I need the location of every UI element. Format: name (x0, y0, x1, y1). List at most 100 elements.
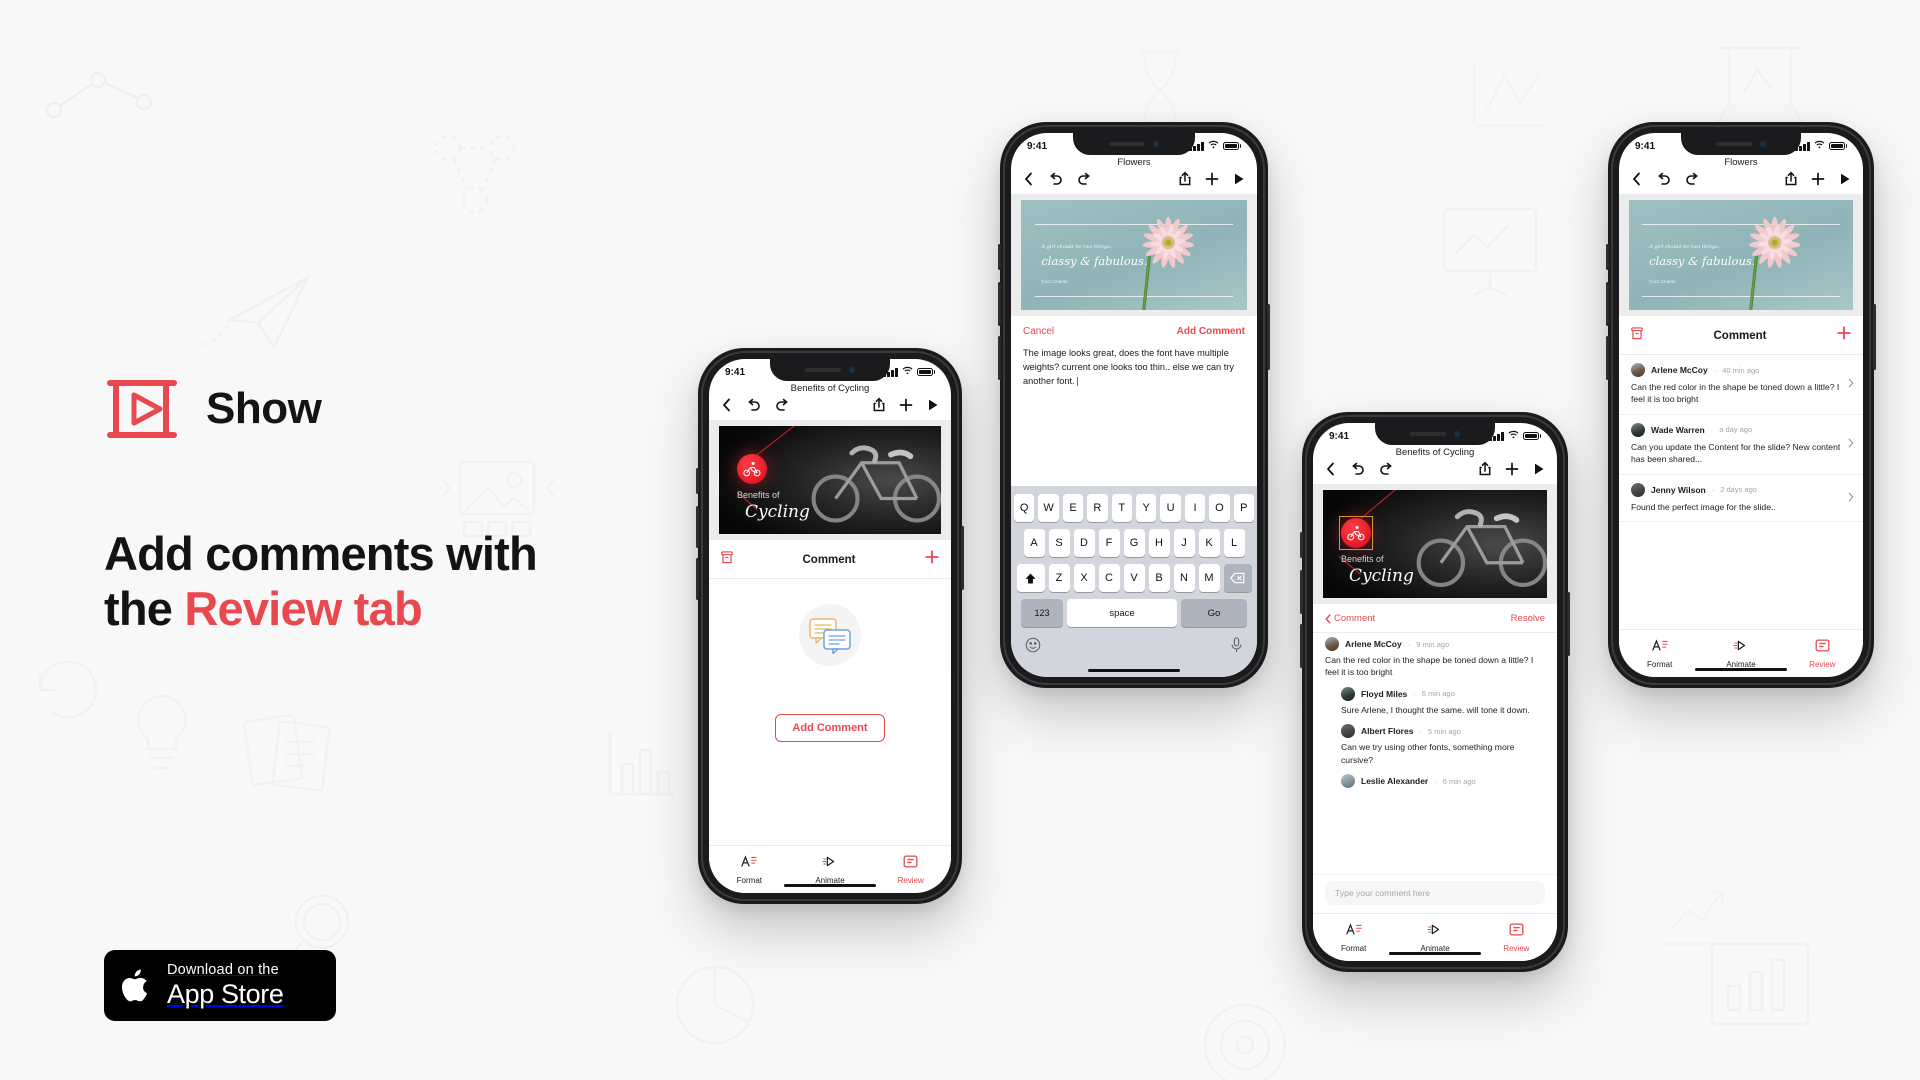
comment-draft-input[interactable]: The image looks great, does the font hav… (1011, 345, 1257, 388)
tab-format[interactable]: Format (1619, 630, 1700, 677)
comment-composer-input[interactable]: Type your comment here (1325, 881, 1545, 905)
key[interactable]: I (1184, 494, 1206, 522)
slide-canvas[interactable]: A girl should be two things: classy & fa… (1011, 194, 1257, 316)
plus-icon[interactable] (1837, 326, 1851, 345)
slide-canvas[interactable]: Benefits of Cycling (709, 420, 951, 540)
undo-icon[interactable] (1350, 462, 1365, 476)
key[interactable]: P (1233, 494, 1255, 522)
thread-reply[interactable]: Albert Flores · 5 min ago Can we try usi… (1341, 724, 1545, 766)
key[interactable]: O (1209, 494, 1230, 522)
undo-icon[interactable] (1656, 172, 1671, 186)
microphone-icon[interactable] (1230, 637, 1243, 658)
play-icon[interactable] (927, 398, 939, 412)
plus-icon[interactable] (1811, 172, 1825, 186)
share-icon[interactable] (1785, 171, 1797, 186)
chevron-right-icon[interactable] (1848, 435, 1854, 453)
cancel-button[interactable]: Cancel (1023, 326, 1054, 337)
redo-icon[interactable] (1077, 172, 1092, 186)
play-icon[interactable] (1533, 462, 1545, 476)
slide-flowers[interactable]: A girl should be two things: classy & fa… (1021, 200, 1247, 310)
emoji-icon[interactable] (1025, 637, 1041, 658)
chevron-right-icon[interactable] (1848, 489, 1854, 507)
thread-comment[interactable]: Arlene McCoy · 9 min ago Can the red col… (1325, 637, 1545, 679)
key[interactable]: W (1038, 494, 1059, 522)
chevron-right-icon[interactable] (1848, 375, 1854, 393)
list-item[interactable]: Arlene McCoy · 40 min ago Can the red co… (1619, 355, 1863, 415)
chevron-left-icon[interactable] (721, 398, 732, 412)
key[interactable]: F (1098, 529, 1120, 557)
undo-icon[interactable] (746, 398, 761, 412)
redo-icon[interactable] (1379, 462, 1394, 476)
add-comment-button[interactable]: Add Comment (1177, 326, 1245, 337)
home-indicator (1389, 951, 1481, 955)
tab-review[interactable]: Review (1476, 914, 1557, 961)
key[interactable]: L (1223, 529, 1245, 557)
tab-review[interactable]: Review (1782, 630, 1863, 677)
key[interactable]: A (1023, 529, 1045, 557)
key[interactable]: J (1173, 529, 1195, 557)
slide-cycling[interactable]: Benefits of Cycling (1323, 490, 1547, 598)
key[interactable]: G (1123, 529, 1145, 557)
shift-icon[interactable] (1016, 564, 1045, 592)
chevron-left-icon[interactable] (1023, 172, 1034, 186)
home-indicator (1695, 667, 1787, 671)
archive-icon[interactable] (721, 550, 733, 569)
redo-icon[interactable] (775, 398, 790, 412)
resolve-button[interactable]: Resolve (1511, 613, 1545, 624)
share-icon[interactable] (1179, 171, 1191, 186)
key[interactable]: Z (1048, 564, 1070, 592)
thread-reply[interactable]: Leslie Alexander · 6 min ago (1341, 774, 1545, 789)
redo-icon[interactable] (1685, 172, 1700, 186)
status-time: 9:41 (1635, 140, 1656, 152)
key[interactable]: K (1198, 529, 1220, 557)
tab-format[interactable]: Format (1313, 914, 1394, 961)
share-icon[interactable] (873, 397, 885, 412)
key[interactable]: Y (1136, 494, 1157, 522)
numbers-key[interactable]: 123 (1021, 599, 1063, 627)
key[interactable]: R (1087, 494, 1108, 522)
back-to-comment-list-button[interactable]: Comment (1325, 613, 1375, 624)
tab-review[interactable]: Review (870, 846, 951, 893)
key[interactable]: X (1073, 564, 1095, 592)
app-store-badge[interactable]: Download on the App Store (104, 950, 336, 1021)
key[interactable]: C (1098, 564, 1120, 592)
share-icon[interactable] (1479, 461, 1491, 476)
key[interactable]: H (1148, 529, 1170, 557)
slide-flowers[interactable]: A girl should be two things: classy & fa… (1629, 200, 1853, 310)
key[interactable]: S (1048, 529, 1070, 557)
backspace-icon[interactable] (1223, 564, 1252, 592)
key[interactable]: V (1123, 564, 1145, 592)
onscreen-keyboard[interactable]: Q W E R T Y U I O P A S D F G H J K L Z … (1011, 486, 1257, 677)
tab-format[interactable]: Format (709, 846, 790, 893)
list-item[interactable]: Wade Warren · a day ago Can you update t… (1619, 415, 1863, 475)
key[interactable]: N (1173, 564, 1195, 592)
cyclist-icon[interactable] (1341, 518, 1371, 548)
key[interactable]: M (1198, 564, 1220, 592)
slide-cycling[interactable]: Benefits of Cycling (719, 426, 941, 534)
play-icon[interactable] (1839, 172, 1851, 186)
plus-icon[interactable] (899, 398, 913, 412)
space-key[interactable]: space (1067, 599, 1177, 627)
go-key[interactable]: Go (1181, 599, 1247, 627)
add-comment-button[interactable]: Add Comment (775, 714, 885, 742)
chevron-left-icon[interactable] (1325, 462, 1336, 476)
key[interactable]: Q (1013, 494, 1035, 522)
plus-icon[interactable] (1205, 172, 1219, 186)
plus-icon[interactable] (1505, 462, 1519, 476)
play-icon[interactable] (1233, 172, 1245, 186)
key[interactable]: U (1160, 494, 1181, 522)
slide-canvas[interactable]: A girl should be two things: classy & fa… (1619, 194, 1863, 316)
plus-icon[interactable] (925, 550, 939, 569)
archive-icon[interactable] (1631, 326, 1643, 345)
slide-canvas[interactable]: Benefits of Cycling (1313, 484, 1557, 604)
thread-reply[interactable]: Floyd Miles · 6 min ago Sure Arlene, I t… (1341, 686, 1545, 716)
list-item[interactable]: Jenny Wilson · 2 days ago Found the perf… (1619, 475, 1863, 523)
key[interactable]: D (1073, 529, 1095, 557)
key[interactable]: T (1111, 494, 1132, 522)
key[interactable]: E (1062, 494, 1084, 522)
cyclist-icon[interactable] (737, 454, 767, 484)
undo-icon[interactable] (1048, 172, 1063, 186)
chevron-left-icon[interactable] (1631, 172, 1642, 186)
flower-image (1712, 213, 1837, 275)
key[interactable]: B (1148, 564, 1170, 592)
